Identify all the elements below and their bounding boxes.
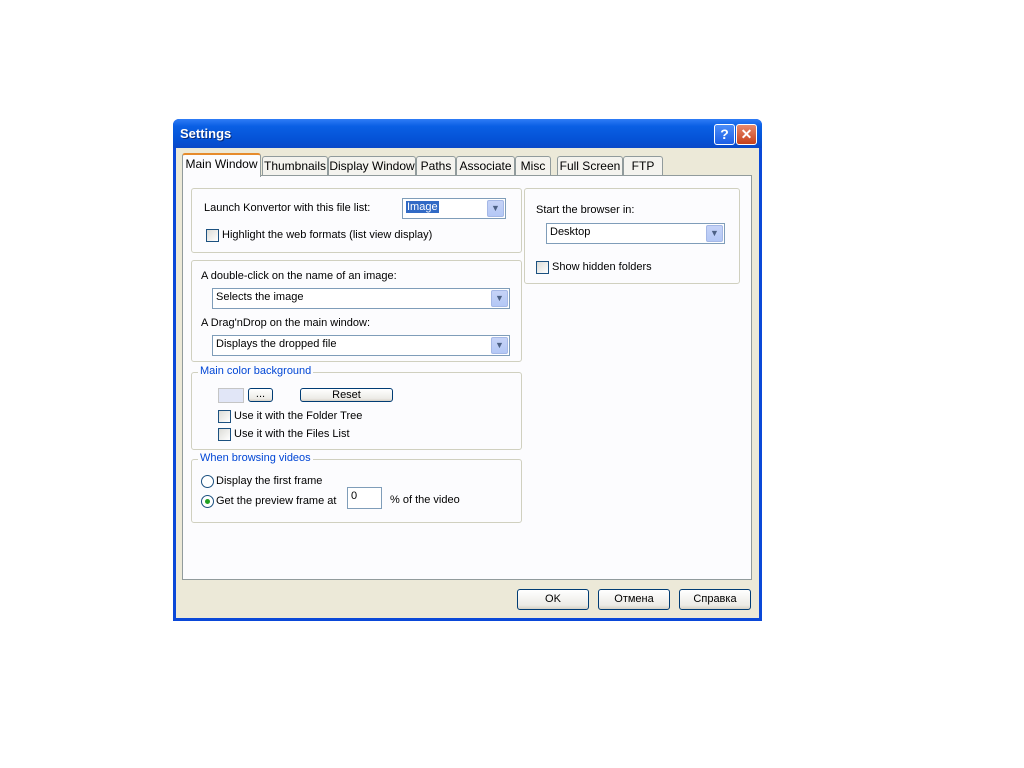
dialog-client: Main Window Thumbnails Display Window Pa…: [176, 148, 759, 618]
preview-percent-suffix: % of the video: [390, 494, 460, 506]
color-swatch: [218, 388, 244, 403]
chevron-down-icon: ▼: [706, 225, 723, 242]
browser-group: Start the browser in: Desktop ▼ Show hid…: [524, 188, 740, 284]
preview-frame-radio[interactable]: [201, 495, 214, 508]
drag-drop-label: A Drag'nDrop on the main window:: [201, 317, 371, 329]
tab-full-screen[interactable]: Full Screen: [557, 156, 623, 175]
launch-file-list-value: Image: [406, 201, 439, 213]
videos-group-legend: When browsing videos: [198, 452, 313, 464]
color-group: Main color background ... Reset Use it w…: [191, 365, 522, 450]
double-click-label: A double-click on the name of an image:: [201, 270, 397, 282]
first-frame-label: Display the first frame: [216, 475, 323, 487]
first-frame-radio[interactable]: [201, 475, 214, 488]
videos-group: When browsing videos Display the first f…: [191, 452, 522, 523]
tab-associate[interactable]: Associate: [456, 156, 515, 175]
tab-main-window[interactable]: Main Window: [182, 153, 261, 177]
drag-drop-select[interactable]: Displays the dropped file ▼: [212, 335, 510, 356]
double-click-select[interactable]: Selects the image ▼: [212, 288, 510, 309]
window-title: Settings: [180, 126, 232, 141]
close-icon[interactable]: ✕: [736, 124, 757, 145]
chevron-down-icon: ▼: [491, 290, 508, 307]
browser-start-select[interactable]: Desktop ▼: [546, 223, 725, 244]
drag-drop-value: Displays the dropped file: [216, 338, 337, 350]
tab-thumbnails[interactable]: Thumbnails: [262, 156, 328, 175]
files-list-checkbox[interactable]: [218, 428, 231, 441]
highlight-web-formats-checkbox[interactable]: [206, 229, 219, 242]
browse-color-button[interactable]: ...: [248, 388, 273, 402]
tab-panel: Launch Konvertor with this file list: Im…: [182, 175, 752, 580]
chevron-down-icon: ▼: [491, 337, 508, 354]
reset-button[interactable]: Reset: [300, 388, 393, 402]
highlight-web-formats-label: Highlight the web formats (list view dis…: [222, 229, 433, 241]
help-icon[interactable]: ?: [714, 124, 735, 145]
launch-group: Launch Konvertor with this file list: Im…: [191, 188, 522, 253]
preview-percent-value: 0: [351, 490, 358, 502]
mouse-actions-group: A double-click on the name of an image: …: [191, 260, 522, 362]
preview-percent-input[interactable]: 0: [347, 487, 382, 509]
show-hidden-folders-checkbox[interactable]: [536, 261, 549, 274]
title-bar[interactable]: Settings ? ✕: [173, 119, 762, 148]
preview-frame-label: Get the preview frame at: [216, 495, 337, 507]
cancel-button[interactable]: Отмена: [598, 589, 670, 610]
tab-misc[interactable]: Misc: [515, 156, 551, 175]
folder-tree-checkbox[interactable]: [218, 410, 231, 423]
color-group-legend: Main color background: [198, 365, 314, 377]
launch-label: Launch Konvertor with this file list:: [204, 202, 371, 214]
settings-dialog: Settings ? ✕ Main Window Thumbnails Disp…: [173, 119, 762, 621]
tab-display-window[interactable]: Display Window: [328, 156, 416, 175]
ok-button[interactable]: OK: [517, 589, 589, 610]
folder-tree-label: Use it with the Folder Tree: [234, 410, 363, 422]
double-click-value: Selects the image: [216, 291, 304, 303]
files-list-label: Use it with the Files List: [234, 428, 350, 440]
launch-file-list-select[interactable]: Image ▼: [402, 198, 506, 219]
browser-start-value: Desktop: [550, 226, 591, 238]
tab-paths[interactable]: Paths: [416, 156, 456, 175]
browser-start-label: Start the browser in:: [536, 204, 635, 216]
chevron-down-icon: ▼: [487, 200, 504, 217]
show-hidden-folders-label: Show hidden folders: [552, 261, 652, 273]
help-button[interactable]: Справка: [679, 589, 751, 610]
tab-ftp[interactable]: FTP: [623, 156, 663, 175]
